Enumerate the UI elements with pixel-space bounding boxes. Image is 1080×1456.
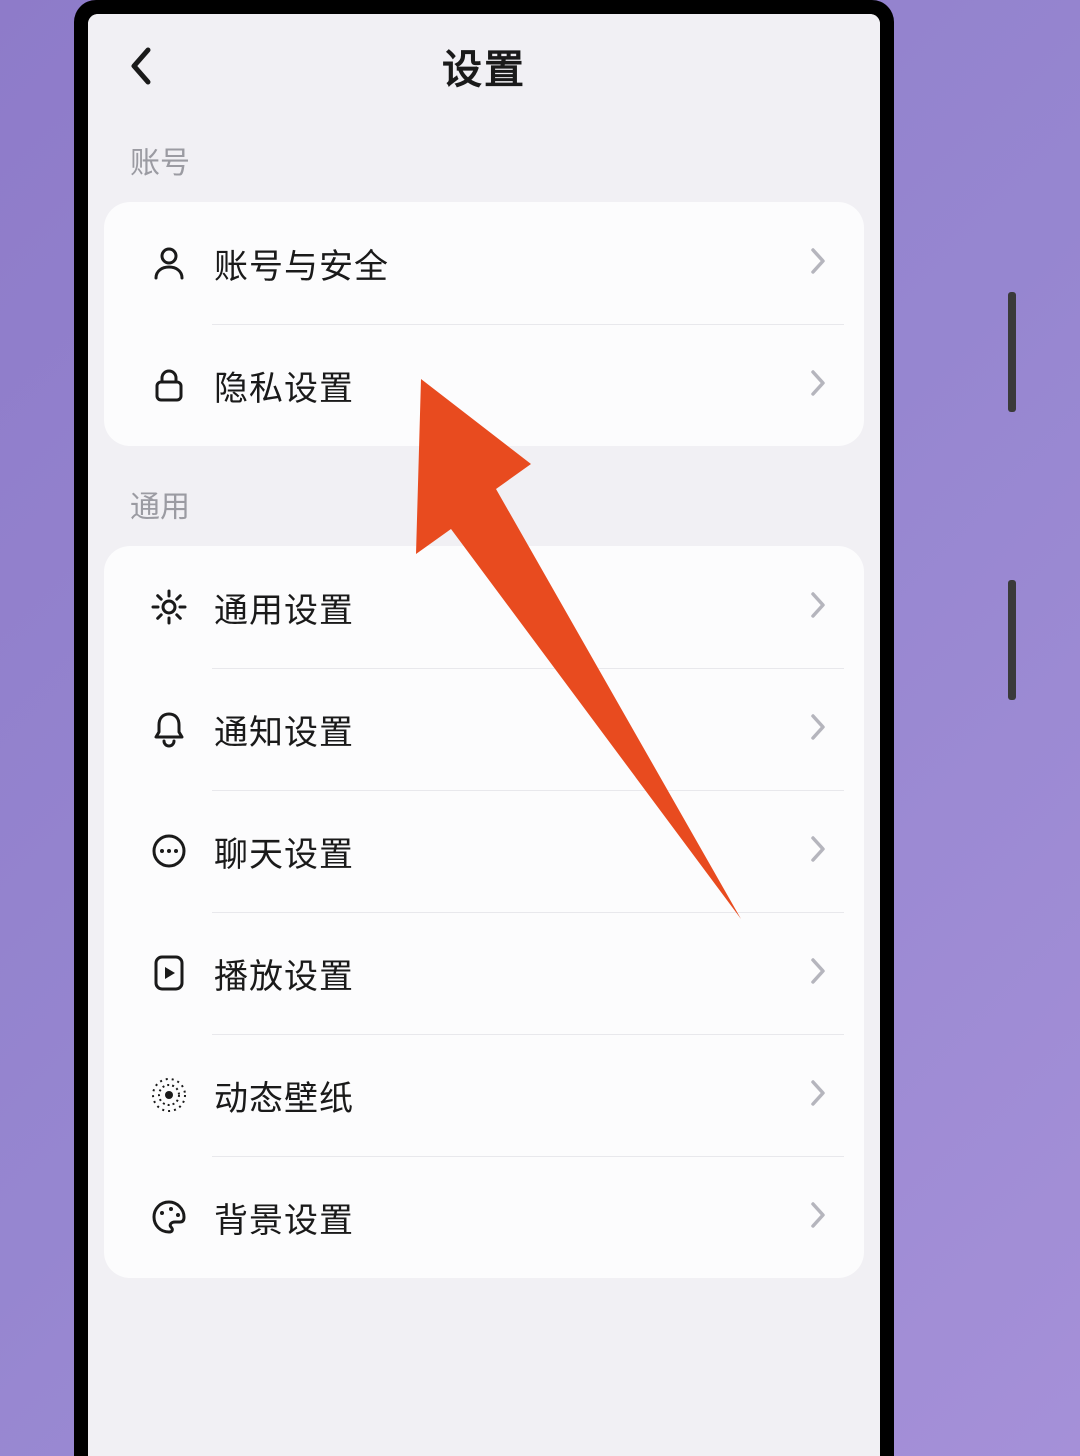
chevron-right-icon	[810, 835, 826, 868]
chat-icon	[148, 830, 190, 872]
section-label-general: 通用	[88, 446, 880, 546]
phone-frame: 设置 账号 账号与安全 隐私设置	[74, 0, 894, 1456]
palette-icon	[148, 1196, 190, 1238]
chevron-left-icon	[128, 46, 152, 86]
row-label: 播放设置	[214, 949, 810, 998]
row-label: 隐私设置	[214, 361, 810, 410]
row-label: 动态壁纸	[214, 1071, 810, 1120]
row-notification-settings[interactable]: 通知设置	[104, 668, 864, 790]
row-label: 通用设置	[214, 583, 810, 632]
phone-side-button	[1008, 292, 1016, 412]
chevron-right-icon	[810, 247, 826, 280]
row-label: 背景设置	[214, 1193, 810, 1242]
chevron-right-icon	[810, 713, 826, 746]
bell-icon	[148, 708, 190, 750]
section-label-account: 账号	[88, 118, 880, 202]
row-live-wallpaper[interactable]: 动态壁纸	[104, 1034, 864, 1156]
row-label: 通知设置	[214, 705, 810, 754]
chevron-right-icon	[810, 957, 826, 990]
section-card-account: 账号与安全 隐私设置	[104, 202, 864, 446]
lock-icon	[148, 364, 190, 406]
page-title: 设置	[442, 37, 526, 95]
phone-screen: 设置 账号 账号与安全 隐私设置	[88, 14, 880, 1456]
row-chat-settings[interactable]: 聊天设置	[104, 790, 864, 912]
row-playback-settings[interactable]: 播放设置	[104, 912, 864, 1034]
row-label: 聊天设置	[214, 827, 810, 876]
row-label: 账号与安全	[214, 239, 810, 288]
chevron-right-icon	[810, 369, 826, 402]
chevron-right-icon	[810, 591, 826, 624]
back-button[interactable]	[116, 42, 164, 90]
row-general-settings[interactable]: 通用设置	[104, 546, 864, 668]
phone-side-button	[1008, 580, 1016, 700]
chevron-right-icon	[810, 1201, 826, 1234]
chevron-right-icon	[810, 1079, 826, 1112]
row-background-settings[interactable]: 背景设置	[104, 1156, 864, 1278]
row-privacy-settings[interactable]: 隐私设置	[104, 324, 864, 446]
play-icon	[148, 952, 190, 994]
gear-icon	[148, 586, 190, 628]
row-account-security[interactable]: 账号与安全	[104, 202, 864, 324]
person-icon	[148, 242, 190, 284]
target-icon	[148, 1074, 190, 1116]
section-card-general: 通用设置 通知设置 聊天设置	[104, 546, 864, 1278]
header-bar: 设置	[88, 14, 880, 118]
